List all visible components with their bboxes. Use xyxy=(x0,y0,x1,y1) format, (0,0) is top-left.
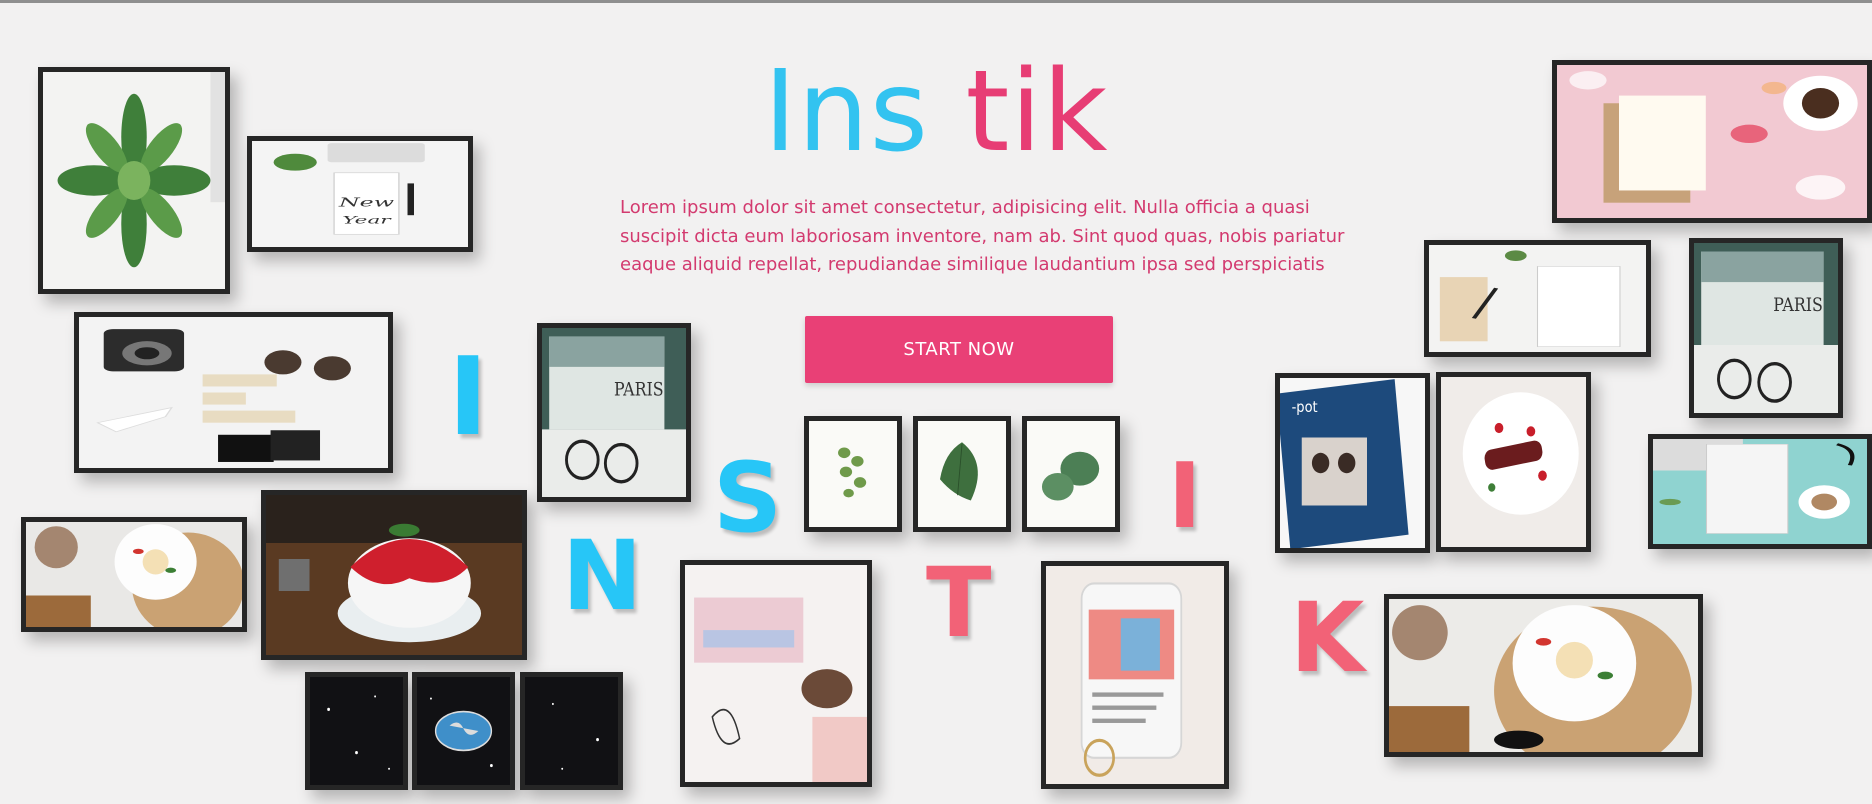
hero-description-line: suscipit dicta eum laboriosam inventore,… xyxy=(620,225,1345,247)
magazine-photo: -pot xyxy=(1275,373,1430,553)
svg-text:PARIS: PARIS xyxy=(1773,295,1823,317)
dessert-plate-photo-2 xyxy=(1384,594,1703,757)
hero-description: Lorem ipsum dolor sit amet consectetur, … xyxy=(620,194,1345,280)
decor-letter-t: T xyxy=(926,547,992,659)
svg-text:Year: Year xyxy=(342,214,391,226)
hero-description-line: eaque aliquid repellat, repudiandae simi… xyxy=(620,254,1325,275)
hero-description-line: Lorem ipsum dolor sit amet consectetur, … xyxy=(620,197,1310,218)
leaf-print-3 xyxy=(1022,416,1120,532)
decor-letter-n: N xyxy=(562,520,643,632)
dessert-plate-photo xyxy=(21,517,247,632)
shaved-ice-photo xyxy=(261,490,527,660)
decor-letter-i-pink: I xyxy=(1168,444,1202,549)
cake-plate-photo xyxy=(1436,372,1591,552)
decor-letter-k: K xyxy=(1290,582,1365,694)
leaf-print-1 xyxy=(804,416,902,532)
start-now-button[interactable]: START NOW xyxy=(805,316,1113,383)
phone-instagram-photo xyxy=(1041,561,1229,789)
space-triptych-right xyxy=(520,672,623,790)
brand-title-part2: tik xyxy=(965,47,1109,177)
decor-letter-i-blue: I xyxy=(448,335,489,460)
space-globe-photo xyxy=(412,672,515,790)
pink-notebook-photo xyxy=(1552,60,1872,223)
pastel-stationery-photo xyxy=(680,560,872,787)
space-triptych-left xyxy=(305,672,408,790)
paris-book-photo-2: PARIS xyxy=(1689,238,1843,418)
new-year-desk-photo: New Year xyxy=(247,136,473,252)
svg-text:-pot: -pot xyxy=(1292,399,1318,416)
paris-book-photo: PARIS xyxy=(537,323,691,502)
top-border-line xyxy=(0,0,1872,3)
decor-letter-s: S xyxy=(713,442,783,554)
leaf-print-2 xyxy=(913,416,1011,532)
camera-travel-photo xyxy=(74,312,393,473)
succulent-photo xyxy=(38,67,230,294)
desk-notepad-photo xyxy=(1424,240,1651,357)
svg-text:PARIS: PARIS xyxy=(614,379,664,401)
brand-title-part1: Ins xyxy=(763,47,929,177)
svg-text:New: New xyxy=(338,197,394,210)
laptop-notepad-photo xyxy=(1648,434,1872,549)
